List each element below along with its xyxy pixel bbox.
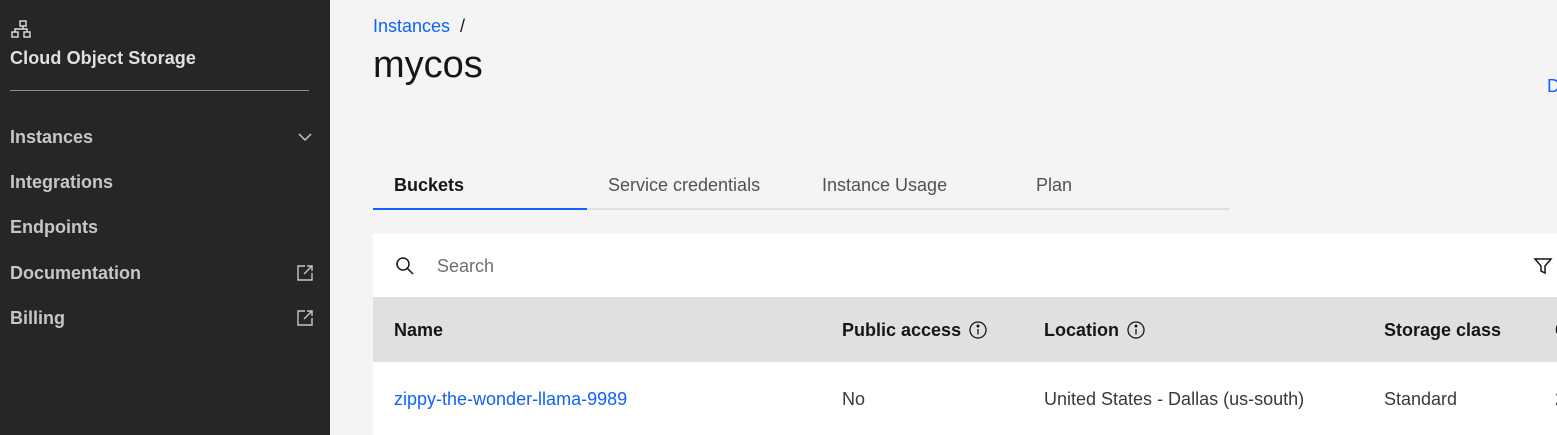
sidebar: Cloud Object Storage Instances Integrati… — [0, 0, 330, 435]
column-header-storage-class[interactable]: Storage class — [1384, 298, 1501, 362]
tab-service-credentials[interactable]: Service credentials — [587, 165, 801, 210]
tab-buckets[interactable]: Buckets — [373, 165, 587, 210]
sidebar-item-label: Instances — [10, 126, 94, 147]
sidebar-divider — [10, 90, 309, 91]
tab-plan[interactable]: Plan — [1015, 165, 1229, 210]
tab-list: Buckets Service credentials Instance Usa… — [373, 165, 1229, 210]
column-header-label: Public access — [842, 319, 962, 340]
sidebar-title: Cloud Object Storage — [10, 48, 197, 68]
filter-icon[interactable] — [1533, 256, 1553, 276]
bucket-name-link[interactable]: zippy-the-wonder-llama-9989 — [394, 362, 627, 435]
column-header-name[interactable]: Name — [394, 298, 443, 362]
sidebar-item-billing[interactable]: Billing — [0, 298, 330, 338]
page-title: mycos — [373, 44, 483, 86]
column-header-label: Location — [1044, 319, 1119, 340]
table-toolbar — [373, 234, 1557, 298]
column-header-label: Storage class — [1384, 319, 1502, 340]
sidebar-item-label: Billing — [10, 307, 65, 328]
info-icon[interactable] — [1126, 320, 1146, 340]
sidebar-item-label: Documentation — [10, 262, 142, 283]
info-icon[interactable] — [968, 320, 988, 340]
storage-class-value: Standard — [1384, 388, 1458, 409]
sidebar-item-documentation[interactable]: Documentation — [0, 253, 330, 293]
table-header-row: Name Public access Location Storage clas… — [373, 298, 1557, 362]
public-access-value: No — [842, 388, 866, 409]
column-header-location[interactable]: Location — [1044, 298, 1146, 362]
details-link[interactable]: D — [1547, 76, 1557, 97]
column-header-label: Name — [394, 319, 444, 340]
sidebar-item-endpoints[interactable]: Endpoints — [0, 207, 330, 247]
main-content: Instances / mycos D Buckets Service cred… — [330, 0, 1557, 435]
breadcrumb-link-instances[interactable]: Instances — [373, 16, 450, 37]
sidebar-item-label: Endpoints — [10, 216, 98, 237]
search-icon — [396, 257, 414, 275]
external-link-icon — [297, 265, 313, 281]
buckets-table: Name Public access Location Storage clas… — [373, 234, 1557, 435]
sidebar-item-instances[interactable]: Instances — [0, 117, 330, 157]
external-link-icon — [297, 310, 313, 326]
column-header-public-access[interactable]: Public access — [842, 298, 988, 362]
sidebar-item-label: Integrations — [10, 171, 114, 192]
table-row: zippy-the-wonder-llama-9989 No United St… — [373, 362, 1557, 435]
breadcrumb: Instances / — [373, 16, 465, 37]
object-storage-icon — [11, 20, 31, 38]
breadcrumb-separator: / — [460, 16, 466, 36]
sidebar-item-integrations[interactable]: Integrations — [0, 162, 330, 202]
search-input[interactable] — [437, 248, 1487, 284]
chevron-down-icon — [298, 133, 312, 142]
tab-instance-usage[interactable]: Instance Usage — [801, 165, 1015, 210]
location-value: United States - Dallas (us-south) — [1044, 388, 1305, 409]
